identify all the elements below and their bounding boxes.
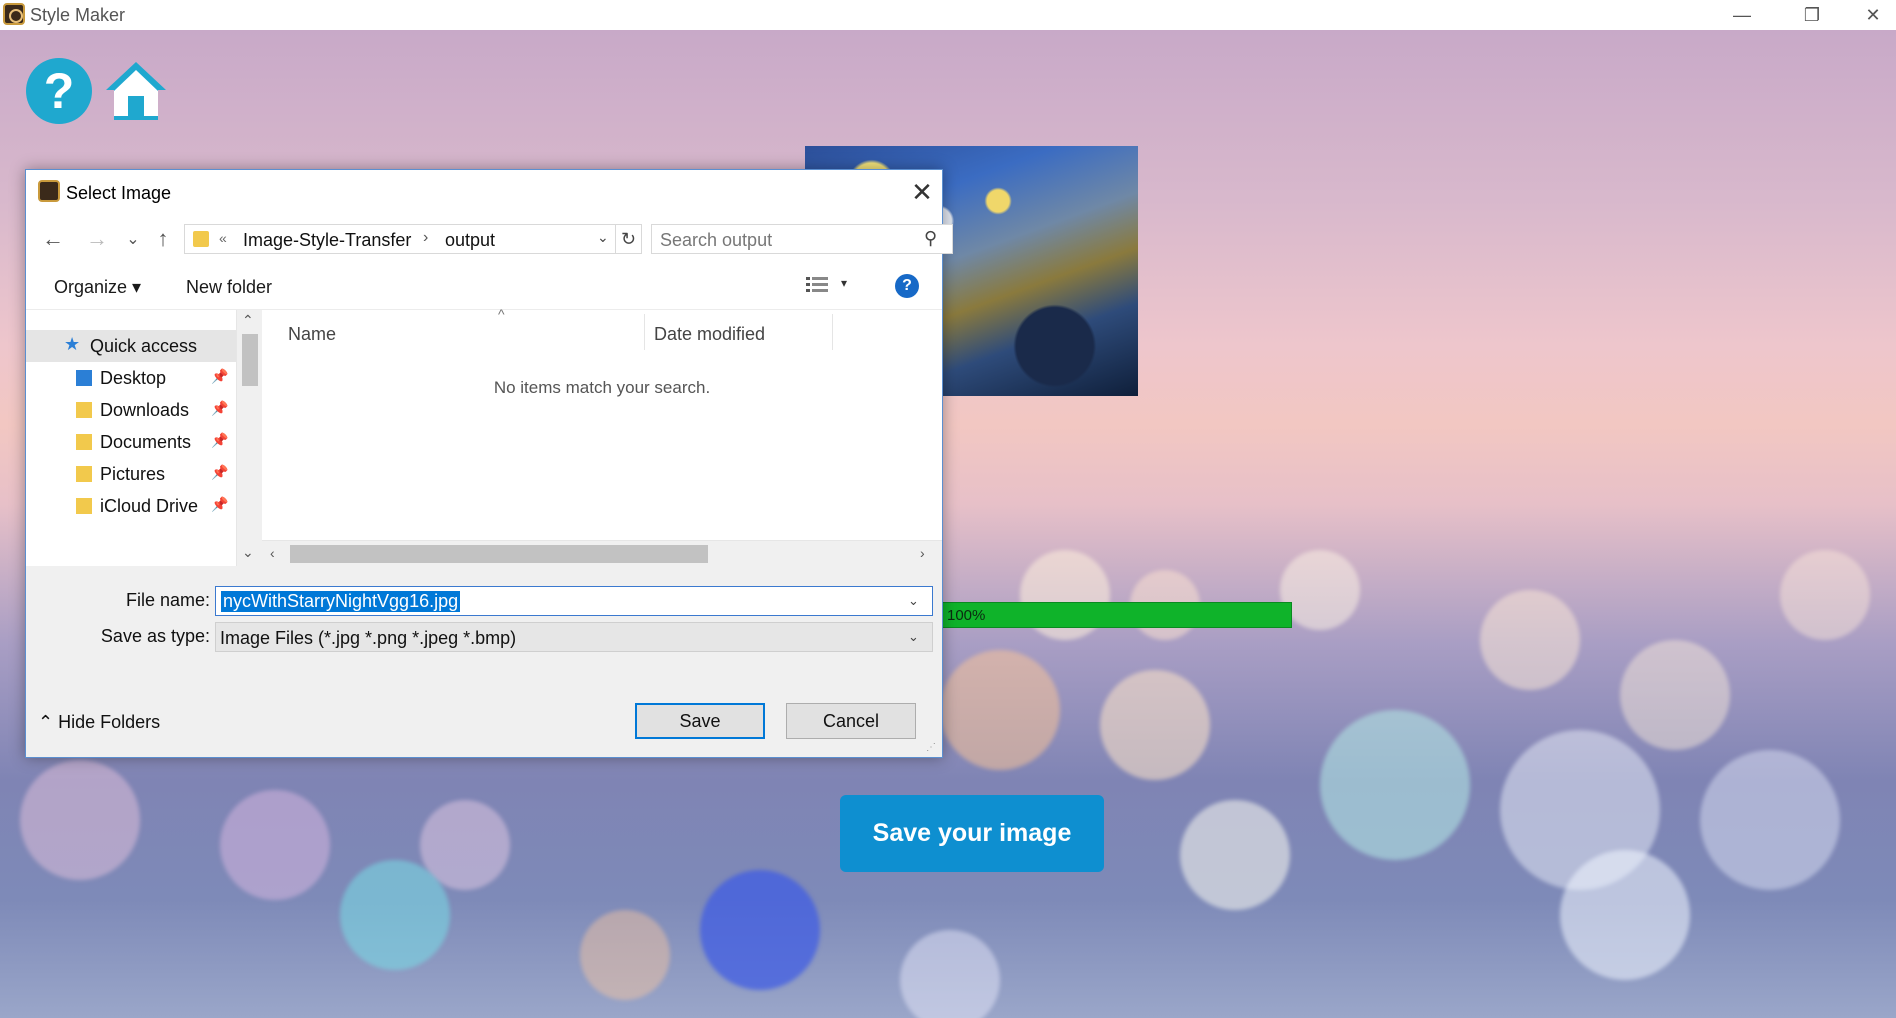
column-header-date-modified[interactable]: Date modified	[654, 324, 765, 345]
pin-icon: 📌	[211, 464, 229, 480]
pin-icon: 📌	[211, 368, 229, 384]
star-icon: ★	[64, 334, 81, 354]
downloads-folder-icon	[76, 402, 92, 418]
dialog-title: Select Image	[66, 183, 172, 203]
file-pane-scrollbar[interactable]: ‹ ›	[262, 540, 942, 566]
sidebar-item-desktop[interactable]: Desktop 📌	[26, 362, 262, 394]
command-bar: Organize ▾ New folder ▾ ?	[26, 264, 942, 310]
file-name-dropdown-icon[interactable]: ⌄	[908, 593, 919, 609]
column-separator	[832, 314, 833, 350]
cancel-button[interactable]: Cancel	[786, 703, 916, 739]
sidebar-item-label: Quick access	[90, 336, 198, 356]
refresh-icon[interactable]: ↻	[615, 225, 641, 253]
pin-icon: 📌	[211, 400, 229, 416]
view-options-icon[interactable]	[806, 276, 828, 294]
breadcrumb-image-style-transfer[interactable]: Image-Style-Transfer	[243, 230, 411, 251]
sidebar-item-label: Desktop	[100, 368, 167, 388]
minimize-button[interactable]: —	[1712, 0, 1772, 30]
sidebar-item-pictures[interactable]: Pictures 📌	[26, 458, 262, 490]
scroll-left-icon[interactable]: ‹	[270, 545, 275, 561]
save-your-image-button[interactable]: Save your image	[840, 795, 1104, 872]
pictures-folder-icon	[76, 466, 92, 482]
organize-menu[interactable]: Organize ▾	[54, 277, 141, 298]
breadcrumb-separator-icon[interactable]: ›	[423, 229, 428, 247]
recent-locations-icon[interactable]: ⌄	[120, 226, 146, 252]
scroll-up-icon[interactable]: ⌃	[242, 312, 254, 329]
address-overflow-icon[interactable]: «	[219, 230, 227, 246]
breadcrumb-output[interactable]: output	[445, 230, 495, 251]
file-name-value[interactable]: nycWithStarryNightVgg16.jpg	[221, 591, 461, 612]
column-separator	[644, 314, 645, 350]
dialog-close-icon[interactable]: ✕	[906, 176, 938, 208]
forward-icon[interactable]: →	[84, 226, 110, 252]
hide-folders-toggle[interactable]: ⌃ Hide Folders	[38, 712, 160, 733]
column-header-name[interactable]: Name	[288, 324, 336, 345]
desktop-folder-icon	[76, 370, 92, 386]
folder-icon	[193, 231, 209, 247]
pin-icon: 📌	[211, 496, 229, 512]
save-as-type-label: Save as type:	[100, 626, 210, 646]
scroll-thumb[interactable]	[242, 334, 258, 386]
sidebar-item-quick-access[interactable]: ★ Quick access	[26, 330, 262, 362]
new-folder-button[interactable]: New folder	[186, 277, 272, 298]
pin-icon: 📌	[211, 432, 229, 448]
sidebar-item-label: Downloads	[100, 400, 190, 420]
scroll-thumb[interactable]	[290, 545, 708, 563]
sidebar-item-icloud-drive[interactable]: iCloud Drive 📌	[26, 490, 262, 522]
back-icon[interactable]: ←	[40, 226, 66, 252]
save-as-type-value: Image Files (*.jpg *.png *.jpeg *.bmp)	[220, 628, 517, 648]
search-placeholder: Search output	[660, 230, 773, 250]
sidebar-item-label: Pictures	[100, 464, 166, 484]
app-titlebar: Style Maker — ❐ ✕	[0, 0, 1896, 30]
resize-grip-icon[interactable]: ⋰	[926, 742, 936, 753]
app-title: Style Maker	[30, 5, 126, 25]
save-button[interactable]: Save	[635, 703, 765, 739]
home-icon[interactable]	[102, 56, 170, 124]
save-as-type-dropdown-icon[interactable]: ⌄	[908, 629, 919, 645]
address-bar[interactable]: « Image-Style-Transfer › output ⌄ ↻	[184, 224, 642, 254]
scroll-down-icon[interactable]: ⌄	[242, 544, 254, 561]
file-name-label: File name:	[125, 590, 210, 610]
scroll-right-icon[interactable]: ›	[920, 545, 925, 561]
search-input[interactable]: Search output ⚲	[651, 224, 953, 254]
app-icon	[3, 3, 25, 25]
view-dropdown-icon[interactable]: ▾	[841, 276, 847, 290]
progress-bar: 100%	[940, 602, 1292, 628]
sort-caret-icon: ^	[498, 306, 505, 322]
empty-message: No items match your search.	[493, 378, 711, 397]
restore-button[interactable]: ❐	[1782, 0, 1842, 30]
file-name-field[interactable]: nycWithStarryNightVgg16.jpg ⌄	[215, 586, 933, 616]
sidebar-item-label: Documents	[100, 432, 192, 452]
search-icon[interactable]: ⚲	[924, 228, 937, 249]
dialog-titlebar: Select Image ✕	[26, 170, 942, 216]
dialog-navbar: ← → ⌄ ↑ « Image-Style-Transfer › output …	[26, 216, 953, 264]
progress-label: 100%	[947, 607, 986, 624]
icloud-folder-icon	[76, 498, 92, 514]
dialog-app-icon	[38, 180, 60, 202]
navigation-pane: ★ Quick access Desktop 📌 Downloads 📌 Doc…	[26, 310, 262, 566]
address-dropdown-icon[interactable]: ⌄	[597, 229, 609, 246]
file-list-pane: ^ Name Date modified No items match your…	[262, 306, 942, 566]
save-as-type-select[interactable]: Image Files (*.jpg *.png *.jpeg *.bmp) ⌄	[215, 622, 933, 652]
up-folder-icon[interactable]: ↑	[150, 226, 176, 252]
select-image-dialog: Select Image ✕ ← → ⌄ ↑ « Image-Style-Tra…	[25, 169, 953, 758]
dialog-help-icon[interactable]: ?	[895, 274, 919, 298]
sidebar-item-downloads[interactable]: Downloads 📌	[26, 394, 262, 426]
close-button[interactable]: ✕	[1850, 0, 1896, 30]
nav-pane-scrollbar[interactable]: ⌃ ⌄	[236, 310, 262, 566]
sidebar-item-label: iCloud Drive	[100, 496, 199, 516]
sidebar-item-documents[interactable]: Documents 📌	[26, 426, 262, 458]
help-icon[interactable]: ?	[26, 58, 92, 124]
documents-folder-icon	[76, 434, 92, 450]
